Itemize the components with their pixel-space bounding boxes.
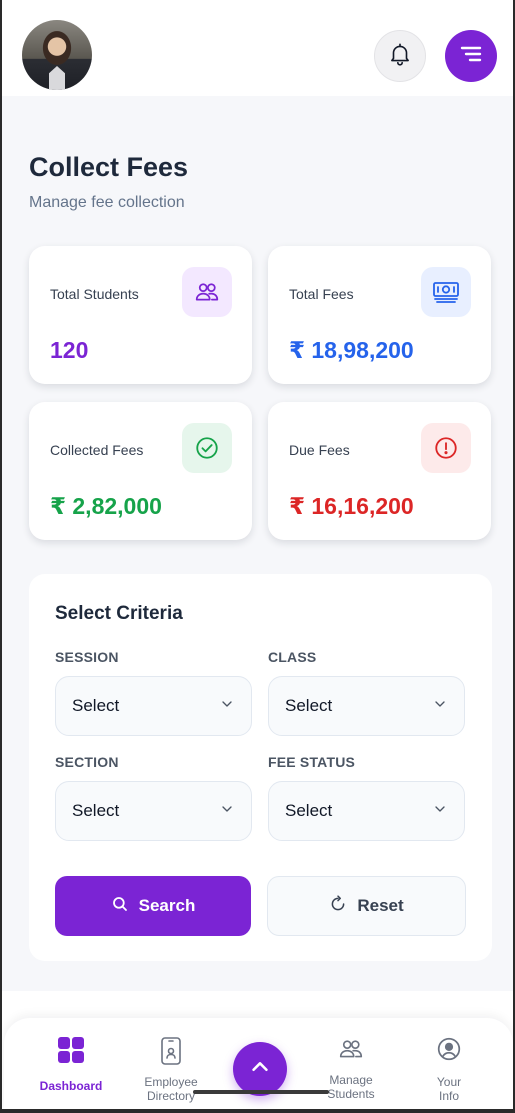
stat-value: ₹ 18,98,200 (289, 337, 414, 363)
stat-label: Collected Fees (50, 442, 144, 458)
user-circle-icon (436, 1036, 462, 1067)
reset-button-label: Reset (357, 896, 404, 915)
grid-icon (57, 1036, 85, 1069)
page-subtitle: Manage fee collection (29, 194, 185, 211)
section-select[interactable]: Select (55, 781, 252, 841)
session-select[interactable]: Select (55, 676, 252, 736)
fee-status-select-value: Select (285, 801, 333, 820)
avatar-shirt (49, 66, 65, 90)
criteria-title: Select Criteria (55, 603, 183, 624)
nav-label-employee-directory: Employee Directory (144, 1075, 198, 1103)
select-criteria-panel: Select Criteria SESSION CLASS Select Sel… (29, 574, 492, 961)
session-label: SESSION (55, 649, 119, 665)
user-avatar[interactable] (22, 20, 92, 90)
app-screen: Collect Fees Manage fee collection Total… (0, 0, 515, 1113)
stat-card-total-students: Total Students 120 (29, 246, 252, 384)
class-select-value: Select (285, 696, 333, 715)
users-icon (336, 1036, 366, 1067)
nav-label-dashboard: Dashboard (39, 1079, 103, 1093)
search-button-label: Search (138, 896, 196, 915)
nav-label-manage-students: Manage Students (327, 1073, 375, 1101)
section-label: SECTION (55, 754, 119, 770)
search-button[interactable]: Search (55, 876, 251, 936)
stat-value: ₹ 2,82,000 (50, 493, 162, 519)
class-select[interactable]: Select (268, 676, 465, 736)
top-header (2, 0, 513, 96)
alert-circle-icon (421, 423, 471, 473)
nav-item-your-info[interactable]: Your Info (409, 1036, 489, 1103)
home-indicator (193, 1090, 329, 1094)
reset-button[interactable]: Reset (267, 876, 466, 936)
stat-label: Total Fees (289, 286, 354, 302)
id-badge-icon (158, 1036, 184, 1071)
fee-status-label: FEE STATUS (268, 754, 356, 770)
session-select-value: Select (72, 696, 120, 715)
stat-card-total-fees: Total Fees ₹ 18,98,200 (268, 246, 491, 384)
class-label: CLASS (268, 649, 317, 665)
banknote-icon (421, 267, 471, 317)
stat-value: ₹ 16,16,200 (289, 493, 414, 519)
stat-label: Total Students (50, 286, 139, 302)
chevron-down-icon (432, 801, 448, 822)
fee-status-select[interactable]: Select (268, 781, 465, 841)
chevron-down-icon (219, 801, 235, 822)
stat-card-collected-fees: Collected Fees ₹ 2,82,000 (29, 402, 252, 540)
users-icon (182, 267, 232, 317)
stat-value: 120 (50, 337, 89, 363)
notification-button[interactable] (374, 30, 426, 82)
check-circle-icon (182, 423, 232, 473)
chevron-down-icon (219, 696, 235, 717)
bell-icon (387, 41, 413, 72)
nav-item-dashboard[interactable]: Dashboard (31, 1036, 111, 1093)
search-icon (111, 895, 129, 918)
menu-lines-icon (459, 44, 483, 69)
section-select-value: Select (72, 801, 120, 820)
refresh-icon (329, 894, 347, 918)
page-title: Collect Fees (29, 152, 189, 182)
chevron-up-icon (249, 1056, 271, 1083)
stat-label: Due Fees (289, 442, 350, 458)
menu-button[interactable] (445, 30, 497, 82)
nav-label-your-info: Your Info (436, 1075, 462, 1103)
scroll-up-button[interactable] (233, 1042, 287, 1096)
chevron-down-icon (432, 696, 448, 717)
stat-card-due-fees: Due Fees ₹ 16,16,200 (268, 402, 491, 540)
main-content: Collect Fees Manage fee collection Total… (2, 96, 513, 991)
